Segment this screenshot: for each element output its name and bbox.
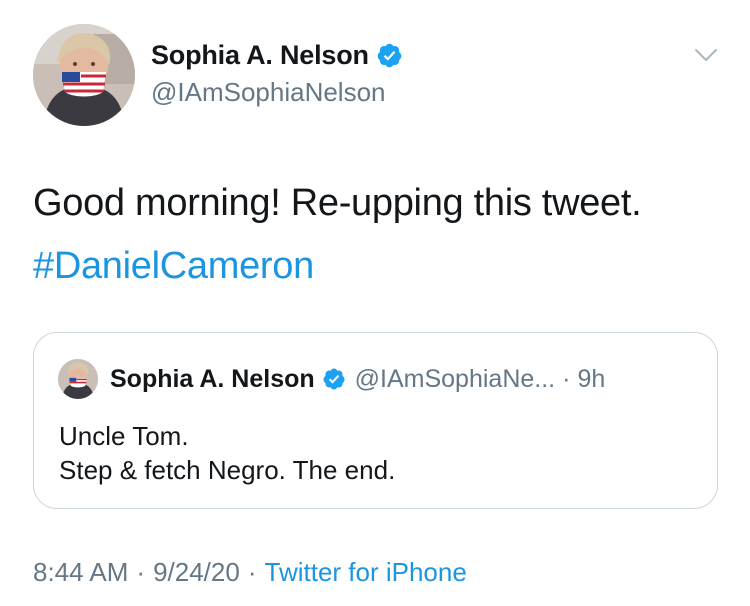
tweet-date[interactable]: 9/24/20 <box>153 557 240 587</box>
chevron-down-icon[interactable] <box>693 46 719 64</box>
quoted-tweet-time: 9h <box>577 364 606 393</box>
quoted-tweet-body: Uncle Tom. Step & fetch Negro. The end. <box>59 419 395 487</box>
tweet-header: Sophia A. Nelson @IAmSophiaNelson <box>33 24 723 128</box>
author-avatar[interactable] <box>33 24 135 126</box>
quoted-tweet-line: Step & fetch Negro. The end. <box>59 455 396 485</box>
quoted-author-handle: @IAmSophiaNe... <box>354 364 556 393</box>
tweet-text: Good morning! Re-upping this tweet. #Dan… <box>33 172 733 298</box>
author-display-name[interactable]: Sophia A. Nelson <box>151 40 369 71</box>
quoted-author-display-name: Sophia A. Nelson <box>110 364 315 393</box>
tweet-time[interactable]: 8:44 AM <box>33 557 128 587</box>
meta-separator: · <box>247 557 257 587</box>
verified-badge-icon <box>377 43 402 68</box>
meta-separator: · <box>136 557 146 587</box>
author-names: Sophia A. Nelson @IAmSophiaNelson <box>151 40 403 108</box>
author-handle[interactable]: @IAmSophiaNelson <box>151 77 403 108</box>
tweet-meta: 8:44 AM · 9/24/20 · Twitter for iPhone <box>33 557 467 588</box>
quoted-tweet-card[interactable]: Sophia A. Nelson @IAmSophiaNe... · 9h Un… <box>33 332 718 509</box>
quoted-separator: · <box>562 364 571 393</box>
hashtag-link[interactable]: #DanielCameron <box>33 235 733 298</box>
quoted-tweet-header: Sophia A. Nelson @IAmSophiaNe... · 9h <box>58 359 605 399</box>
quoted-author-avatar <box>58 359 98 399</box>
verified-badge-icon <box>323 368 345 390</box>
quoted-tweet-line: Uncle Tom. <box>59 421 189 451</box>
tweet-source-link[interactable]: Twitter for iPhone <box>265 557 467 587</box>
display-name-row: Sophia A. Nelson <box>151 40 403 71</box>
tweet-body: Good morning! Re-upping this tweet. <box>33 182 642 224</box>
